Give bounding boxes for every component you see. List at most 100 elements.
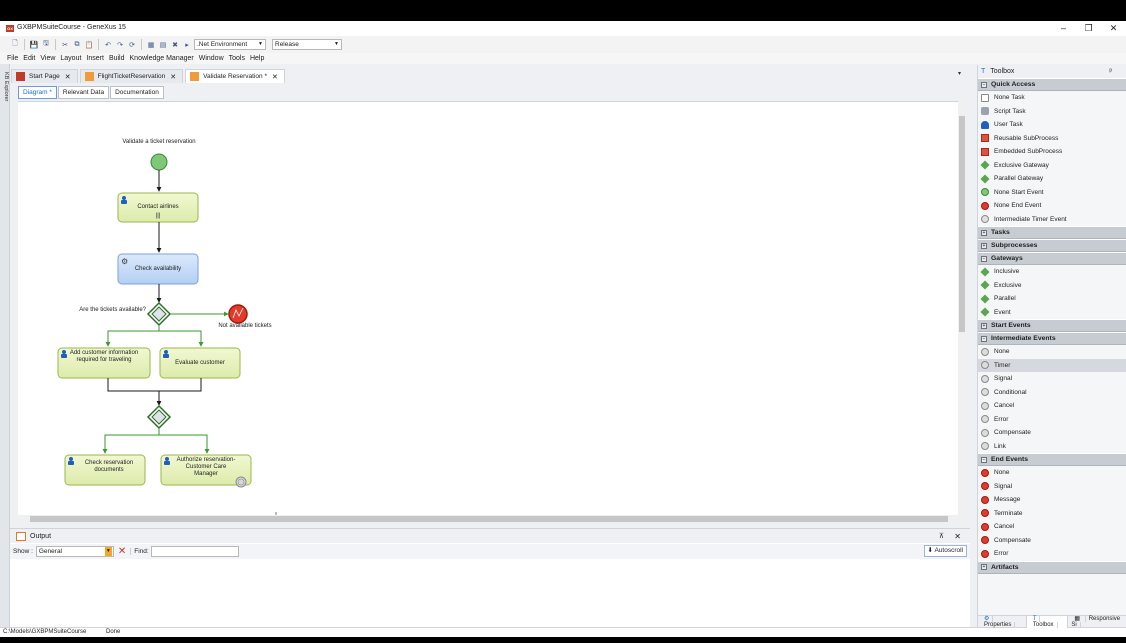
toolbox-item-parallel[interactable]: Parallel <box>978 292 1126 306</box>
toolbox-item-link[interactable]: Link <box>978 440 1126 454</box>
sequence-flow[interactable] <box>158 325 204 347</box>
tab-properties[interactable]: ⚙ Properties <box>978 615 1027 628</box>
environment-combo[interactable]: .Net Environment ▼ <box>194 39 266 50</box>
toolbox-item-signal[interactable]: Signal <box>978 372 1126 386</box>
show-select[interactable]: General ▼ <box>35 546 114 557</box>
toolbox-item-none-end-event[interactable]: None End Event <box>978 199 1126 213</box>
tab-relevant-data[interactable]: Relevant Data <box>57 86 110 99</box>
cut-icon[interactable]: ✂ <box>60 40 70 50</box>
toolbox-item-cancel[interactable]: Cancel <box>978 399 1126 413</box>
exclusive-gateway[interactable] <box>146 301 172 327</box>
toolbox-item-timer[interactable]: Timer <box>978 358 1126 372</box>
toolbox-item-terminate[interactable]: Terminate <box>978 507 1126 521</box>
end-event-icon <box>981 495 989 504</box>
menu-edit[interactable]: Edit <box>23 55 35 62</box>
toolbox-item-script-task[interactable]: Script Task <box>978 105 1126 119</box>
parallel-gateway[interactable] <box>146 404 172 430</box>
refresh-icon[interactable]: ⟳ <box>127 40 137 50</box>
menu-file[interactable]: File <box>7 55 18 62</box>
toolbox-item-none[interactable]: None <box>978 345 1126 359</box>
menu-knowledge-manager[interactable]: Knowledge Manager <box>130 55 194 62</box>
toolbox-section-end-events[interactable]: − End Events <box>978 453 1126 466</box>
close-tab-icon[interactable]: ✕ <box>272 73 278 81</box>
menu-tools[interactable]: Tools <box>229 55 245 62</box>
cancel-build-icon[interactable]: ✖ <box>170 40 180 50</box>
toolbox-item-compensate[interactable]: Compensate <box>978 534 1126 548</box>
toolbox-section-subprocesses[interactable]: + Subprocesses <box>978 239 1126 252</box>
close-tab-icon[interactable]: ✕ <box>65 73 71 81</box>
tab-responsive-sizes[interactable]: ▦ Responsive Si <box>1068 615 1126 628</box>
pin-icon[interactable]: ⊼ <box>939 532 944 540</box>
save-all-icon[interactable]: 🖫 <box>41 40 51 50</box>
pin-icon[interactable]: ᵖ <box>1109 68 1112 75</box>
toolbox-item-none-start-event[interactable]: None Start Event <box>978 186 1126 200</box>
vertical-scroll-thumb[interactable] <box>959 116 965 332</box>
autoscroll-button[interactable]: ⬇ Autoscroll <box>923 545 967 557</box>
horizontal-scroll-thumb[interactable] <box>30 516 948 522</box>
tab-flightticketreservation[interactable]: FlightTicketReservation ✕ <box>79 69 184 83</box>
toolbox-item-message[interactable]: Message <box>978 493 1126 507</box>
start-event[interactable] <box>150 153 168 171</box>
run-icon[interactable]: ▸ <box>182 40 192 50</box>
menu-help[interactable]: Help <box>250 55 264 62</box>
toolbox-item-error[interactable]: Error <box>978 547 1126 561</box>
undo-icon[interactable]: ↶ <box>103 40 113 50</box>
toolbox-item-intermediate-timer-event[interactable]: Intermediate Timer Event <box>978 213 1126 227</box>
toolbox-item-conditional[interactable]: Conditional <box>978 386 1126 400</box>
menu-insert[interactable]: Insert <box>86 55 104 62</box>
redo-icon[interactable]: ↷ <box>115 40 125 50</box>
toolbox-item-none-task[interactable]: None Task <box>978 91 1126 105</box>
find-input[interactable] <box>150 546 239 557</box>
copy-icon[interactable]: ⧉ <box>72 40 82 50</box>
toolbox-item-none[interactable]: None <box>978 466 1126 480</box>
close-output-button[interactable]: ✕ <box>954 532 961 541</box>
build-icon[interactable]: ▦ <box>146 40 156 50</box>
minimize-button[interactable]: – <box>1051 21 1076 36</box>
toolbox-section-start-events[interactable]: + Start Events <box>978 319 1126 332</box>
new-file-icon[interactable]: 🗋 <box>10 40 20 50</box>
clear-icon[interactable]: ✕ <box>118 546 126 557</box>
close-tab-icon[interactable]: ✕ <box>170 73 176 81</box>
toolbox-section-artifacts[interactable]: + Artifacts <box>978 560 1126 574</box>
tab-toolbox[interactable]: T Toolbox <box>1026 615 1069 628</box>
toolbox-section-tasks[interactable]: + Tasks <box>978 226 1126 239</box>
toolbox-item-compensate[interactable]: Compensate <box>978 426 1126 440</box>
menu-build[interactable]: Build <box>109 55 125 62</box>
toolbox-section-gateways[interactable]: − Gateways <box>978 252 1126 265</box>
tab-list-chevron-icon[interactable]: ▾ <box>958 70 961 77</box>
end-event[interactable] <box>228 304 248 324</box>
save-icon[interactable]: 💾 <box>29 40 39 50</box>
rebuild-icon[interactable]: ▤ <box>158 40 168 50</box>
toolbox-item-parallel-gateway[interactable]: Parallel Gateway <box>978 172 1126 186</box>
sequence-flow[interactable] <box>102 428 160 454</box>
sequence-flow[interactable] <box>105 325 160 347</box>
menu-window[interactable]: Window <box>199 55 224 62</box>
paste-icon[interactable]: 📋 <box>84 40 94 50</box>
timer-boundary-event[interactable] <box>235 476 247 488</box>
toolbox-item-error[interactable]: Error <box>978 413 1126 427</box>
toolbox-item-user-task[interactable]: User Task <box>978 118 1126 132</box>
tab-start-page[interactable]: Start Page ✕ <box>11 69 78 83</box>
kb-explorer-tab[interactable]: KB Explorer <box>1 72 9 120</box>
tab-validate-reservation[interactable]: Validate Reservation * ✕ <box>185 69 285 83</box>
toolbox-item-exclusive-gateway[interactable]: Exclusive Gateway <box>978 159 1126 173</box>
sequence-flow[interactable] <box>158 428 210 454</box>
menu-layout[interactable]: Layout <box>60 55 81 62</box>
toolbox-item-embedded-subprocess[interactable]: Embedded SubProcess <box>978 145 1126 159</box>
toolbox-section-intermediate-events[interactable]: − Intermediate Events <box>978 332 1126 345</box>
close-window-button[interactable]: ✕ <box>1101 21 1126 36</box>
toolbox-item-inclusive[interactable]: Inclusive <box>978 265 1126 279</box>
restore-button[interactable]: ❐ <box>1076 21 1101 36</box>
toolbox-item-signal[interactable]: Signal <box>978 480 1126 494</box>
toolbox-item-cancel[interactable]: Cancel <box>978 520 1126 534</box>
tab-diagram[interactable]: Diagram * <box>18 86 57 99</box>
diagram-canvas[interactable]: ⚙ Validate a ticket reservation Contact … <box>18 101 964 523</box>
toolbox-item-event[interactable]: Event <box>978 306 1126 320</box>
tab-documentation[interactable]: Documentation <box>110 86 164 99</box>
toolbox-item-exclusive[interactable]: Exclusive <box>978 279 1126 293</box>
sequence-flow[interactable] <box>107 378 202 392</box>
configuration-combo[interactable]: Release ▼ <box>272 39 342 50</box>
toolbox-section-quick-access[interactable]: − Quick Access <box>978 78 1126 91</box>
menu-view[interactable]: View <box>40 55 55 62</box>
toolbox-item-reusable-subprocess[interactable]: Reusable SubProcess <box>978 132 1126 146</box>
